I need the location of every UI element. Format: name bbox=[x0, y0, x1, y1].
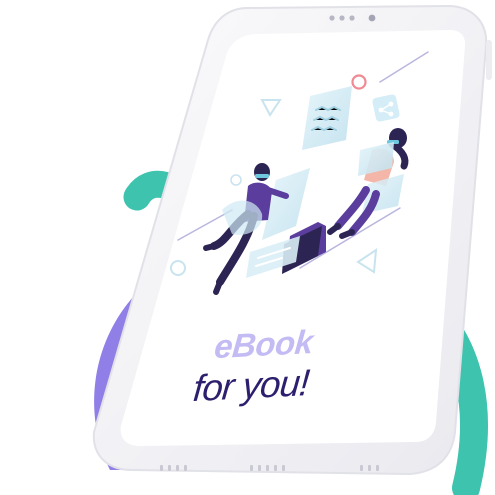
cover-title-line2: for you! bbox=[191, 361, 311, 410]
tablet-illustration bbox=[92, 4, 492, 495]
side-button bbox=[486, 40, 492, 80]
ebook-promo-graphic: eBook for you! bbox=[0, 0, 495, 495]
cover-title-line1: eBook bbox=[212, 322, 315, 366]
share-icon bbox=[372, 94, 400, 122]
